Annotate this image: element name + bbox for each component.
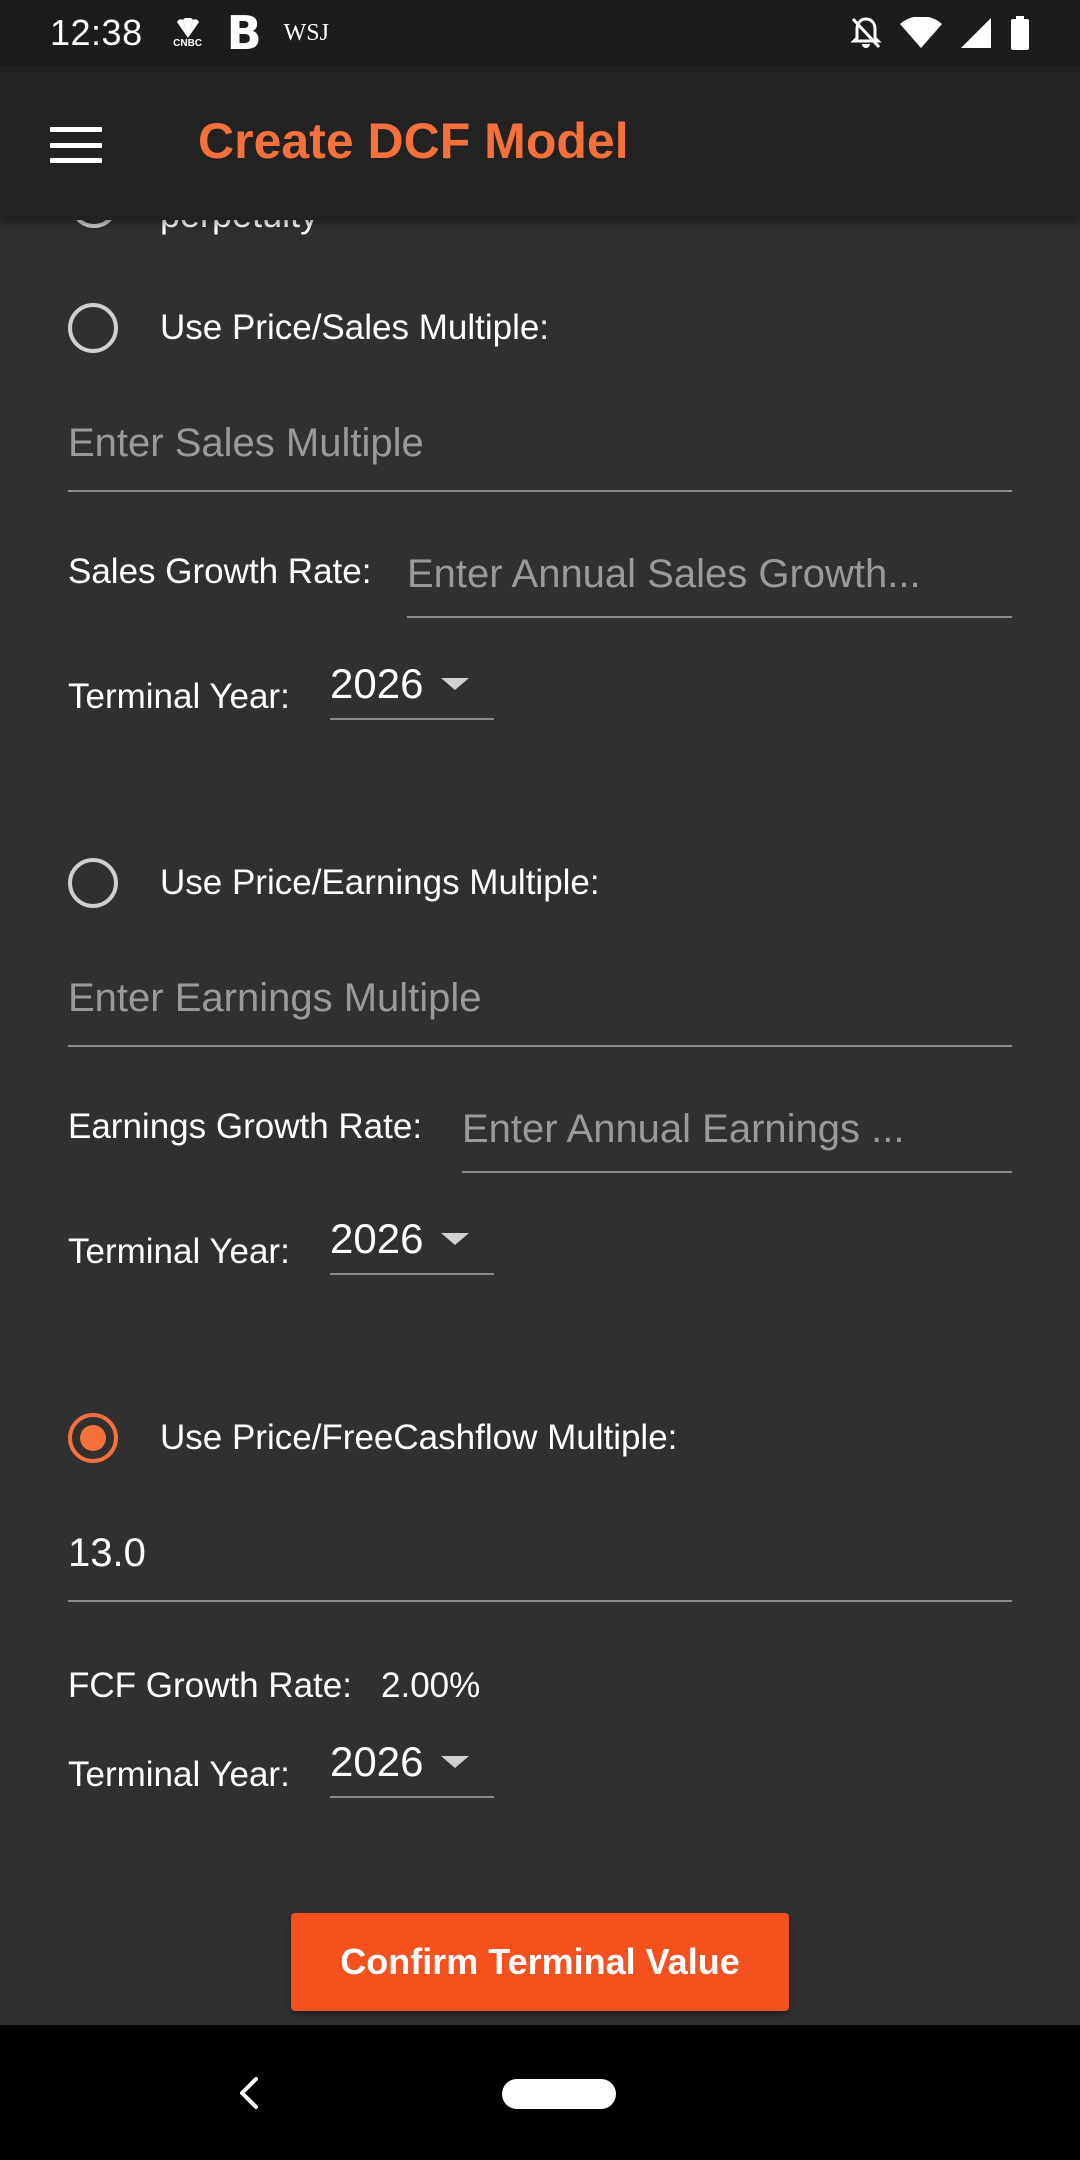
- earnings-multiple-radio[interactable]: [68, 858, 118, 908]
- app-bar: Create DCF Model: [0, 66, 1080, 220]
- wsj-icon: WSJ: [283, 19, 329, 46]
- fcf-terminal-year-dropdown[interactable]: 2026: [330, 1728, 494, 1798]
- chevron-down-icon: [441, 1756, 470, 1768]
- earnings-growth-placeholder: Enter Annual Earnings ...: [462, 1106, 905, 1151]
- earnings-terminal-year-label: Terminal Year:: [68, 1232, 290, 1271]
- sales-multiple-option[interactable]: Use Price/Sales Multiple:: [68, 303, 549, 353]
- fcf-multiple-label: Use Price/FreeCashflow Multiple:: [160, 1418, 678, 1457]
- earnings-terminal-year-dropdown[interactable]: 2026: [330, 1205, 494, 1275]
- fcf-multiple-option[interactable]: Use Price/FreeCashflow Multiple:: [68, 1413, 677, 1463]
- perpetuity-label: perpetuity: [160, 220, 318, 236]
- status-icons: [850, 16, 1030, 50]
- chevron-down-icon: [441, 678, 470, 690]
- screen: 12:38 CNBC B WSJ Create DCF Model Use Pr…: [0, 0, 1080, 2160]
- earnings-multiple-label: Use Price/Earnings Multiple:: [160, 863, 600, 902]
- sales-multiple-radio[interactable]: [68, 303, 118, 353]
- fcf-terminal-year-label: Terminal Year:: [68, 1755, 290, 1794]
- sales-multiple-input[interactable]: Enter Sales Multiple: [68, 396, 1012, 492]
- form-content[interactable]: perpetuity Use Price/Sales Multiple: Ent…: [0, 220, 1080, 2025]
- fcf-multiple-radio[interactable]: [68, 1413, 118, 1463]
- sales-multiple-label: Use Price/Sales Multiple:: [160, 308, 550, 347]
- wifi-icon: [900, 17, 942, 48]
- earnings-growth-label: Earnings Growth Rate:: [68, 1107, 423, 1146]
- notifications-off-icon: [850, 17, 882, 49]
- sales-terminal-year-dropdown[interactable]: 2026: [330, 650, 494, 720]
- earnings-multiple-option[interactable]: Use Price/Earnings Multiple:: [68, 858, 600, 908]
- fcf-multiple-input[interactable]: 13.0: [68, 1506, 1012, 1602]
- fcf-growth-value: 2.00%: [381, 1666, 481, 1705]
- battery-icon: [1011, 16, 1029, 50]
- back-icon[interactable]: [228, 2071, 272, 2115]
- bloomberg-icon: B: [226, 6, 262, 60]
- fcf-growth-label: FCF Growth Rate:: [68, 1666, 352, 1705]
- perpetuity-radio[interactable]: [70, 220, 118, 228]
- status-bar: 12:38 CNBC B WSJ: [0, 0, 1080, 66]
- navigation-bar: [0, 2025, 1080, 2160]
- home-pill-button[interactable]: [502, 2079, 616, 2109]
- sales-growth-label: Sales Growth Rate:: [68, 552, 372, 591]
- confirm-terminal-value-button[interactable]: Confirm Terminal Value: [291, 1913, 789, 2011]
- cell-signal-icon: [961, 18, 991, 48]
- sales-multiple-placeholder: Enter Sales Multiple: [68, 420, 424, 465]
- sales-growth-placeholder: Enter Annual Sales Growth...: [407, 551, 921, 596]
- hamburger-menu-icon[interactable]: [50, 127, 102, 163]
- fcf-multiple-value: 13.0: [68, 1530, 146, 1575]
- page-title: Create DCF Model: [198, 113, 629, 169]
- status-notification-apps: CNBC B WSJ: [171, 10, 329, 56]
- sales-growth-input[interactable]: Enter Annual Sales Growth...: [407, 532, 1012, 618]
- fcf-terminal-year-value: 2026: [330, 1738, 424, 1785]
- sales-terminal-year-label: Terminal Year:: [68, 677, 290, 716]
- cnbc-icon: CNBC: [171, 17, 205, 49]
- earnings-terminal-year-value: 2026: [330, 1215, 424, 1262]
- earnings-growth-input[interactable]: Enter Annual Earnings ...: [462, 1087, 1012, 1173]
- status-time: 12:38: [50, 12, 143, 53]
- sales-terminal-year-value: 2026: [330, 660, 424, 707]
- earnings-multiple-placeholder: Enter Earnings Multiple: [68, 975, 482, 1020]
- chevron-down-icon: [441, 1233, 470, 1245]
- earnings-multiple-input[interactable]: Enter Earnings Multiple: [68, 951, 1012, 1047]
